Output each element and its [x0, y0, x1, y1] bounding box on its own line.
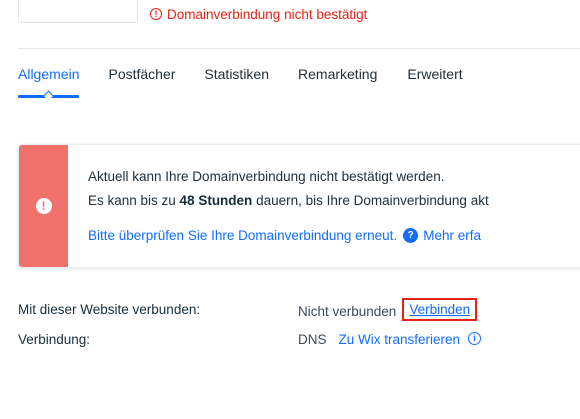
domain-status: ! Domainverbindung nicht bestätigt [150, 4, 367, 24]
tab-label: Remarketing [298, 66, 378, 82]
alert-line-2-end: dauern, bis Ihre Domainverbindung akt [252, 193, 489, 208]
tab-label: Postfächer [108, 66, 176, 82]
transfer-to-wix-link[interactable]: Zu Wix transferieren [339, 332, 461, 347]
alert-body: Aktuell kann Ihre Domainverbindung nicht… [88, 167, 489, 246]
connected-label: Mit dieser Website verbunden: [18, 302, 201, 317]
info-icon[interactable]: i [468, 331, 482, 345]
tab-label: Allgemein [18, 66, 80, 82]
connection-value-group: DNS Zu Wix transferieren i [298, 331, 482, 347]
tab-remarketing[interactable]: Remarketing [298, 66, 377, 102]
connect-button[interactable]: Verbinden [402, 298, 478, 321]
active-tab-notch [43, 90, 54, 101]
alert-accent-bar: ! [19, 145, 68, 267]
alert-line-2-start: Es kann bis zu [88, 193, 180, 208]
alert-line-1: Aktuell kann Ihre Domainverbindung nicht… [88, 169, 445, 184]
error-circle-icon: ! [150, 8, 162, 20]
header-divider [18, 48, 580, 49]
tab-statistiken[interactable]: Statistiken [204, 66, 269, 102]
connected-value-group: Nicht verbunden Verbinden [298, 298, 478, 321]
connection-value: DNS [298, 332, 327, 347]
recheck-domain-link[interactable]: Bitte überprüfen Sie Ihre Domainverbindu… [88, 228, 397, 243]
domain-input-box [18, 0, 138, 23]
tab-erweitert[interactable]: Erweitert [407, 66, 462, 102]
tab-allgemein[interactable]: Allgemein [18, 66, 80, 102]
tab-label: Statistiken [204, 66, 270, 82]
domain-status-text: Domainverbindung nicht bestätigt [167, 6, 368, 22]
tab-bar: Allgemein Postfächer Statistiken Remarke… [18, 66, 463, 102]
learn-more-link[interactable]: Mehr erfa [423, 228, 481, 243]
tab-postfaecher[interactable]: Postfächer [108, 66, 175, 102]
domain-warning-alert: ! Aktuell kann Ihre Domainverbindung nic… [18, 144, 580, 268]
connected-value: Nicht verbunden [298, 304, 397, 319]
help-question-icon[interactable]: ? [403, 227, 419, 243]
alert-duration: 48 Stunden [179, 193, 253, 208]
connection-label: Verbindung: [18, 332, 91, 347]
alert-line-2: Es kann bis zu 48 Stunden dauern, bis Ih… [88, 191, 489, 215]
alert-links: Bitte überprüfen Sie Ihre Domainverbindu… [88, 224, 489, 246]
alert-exclamation-icon: ! [35, 198, 52, 214]
tab-label: Erweitert [407, 66, 463, 82]
